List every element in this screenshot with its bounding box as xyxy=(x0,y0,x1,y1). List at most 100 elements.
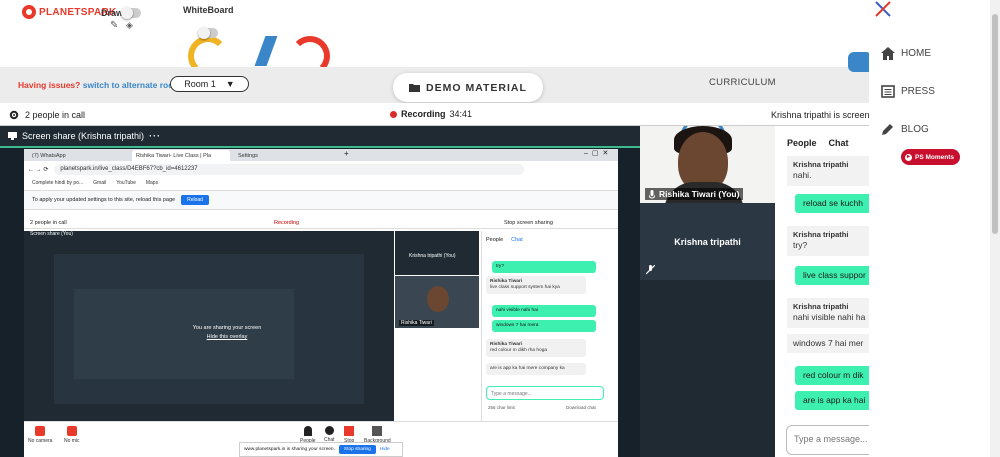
inner-call-header: 2 people in call Recording Stop screen s… xyxy=(24,217,618,229)
inner-recording: Recording xyxy=(274,220,300,226)
tile-name-tag: Rishika Tiwari (You) xyxy=(645,188,744,200)
monitor-icon xyxy=(8,132,17,140)
inner-msg: nahi visible nahi hai xyxy=(492,305,596,318)
room-select[interactable]: Room 1 ▼ xyxy=(170,76,249,92)
inner-avatar xyxy=(427,286,449,312)
bookmark-item[interactable]: Complete hindi by po... xyxy=(32,180,83,186)
reload-infobar: To apply your updated settings to this s… xyxy=(24,190,618,210)
new-tab-icon[interactable]: + xyxy=(344,149,349,158)
chat-message: Krishna tripathi nahi. xyxy=(787,156,869,186)
folder-icon xyxy=(409,84,421,92)
window-controls[interactable]: –▢✕ xyxy=(584,149,612,157)
settings-gear-icon[interactable] xyxy=(9,110,19,120)
screen-share-title-bar: Screen share (Krishna tripathi) ··· xyxy=(0,126,640,148)
menu-item-press[interactable]: PRESS xyxy=(881,85,935,98)
whiteboard-toggle[interactable] xyxy=(198,27,218,39)
browser-tab-active[interactable]: Rishika Tiwari- Live Class | Pla xyxy=(132,150,230,161)
caret-down-icon: ▼ xyxy=(225,79,235,89)
inner-people: 2 people in call xyxy=(30,220,67,226)
record-dot-icon xyxy=(390,110,397,118)
chat-message-own: are is app ka hai xyxy=(795,391,869,411)
inner-msg: Rishika Tiwari live class support system … xyxy=(486,276,586,295)
tab-people[interactable]: People xyxy=(787,138,817,148)
pencil-icon[interactable]: ✎ xyxy=(110,20,118,31)
inner-tab-chat: Chat xyxy=(511,237,523,243)
inner-no-camera: No camera xyxy=(28,426,52,444)
newspaper-icon xyxy=(881,85,895,98)
stop-sharing-button[interactable]: Stop sharing xyxy=(338,445,376,454)
bookmark-item[interactable]: Maps xyxy=(146,180,158,186)
chat-message: Krishna tripathi try? xyxy=(787,226,869,256)
chat-input[interactable]: Type a message... xyxy=(786,425,869,455)
issues-text: Having issues? xyxy=(18,80,81,90)
chat-message: windows 7 hai mer xyxy=(787,334,869,354)
inner-stop-share: Stop screen sharing xyxy=(504,220,553,226)
inner-msg: windows 7 hai mera xyxy=(492,320,596,333)
hide-share-notice-link[interactable]: Hide xyxy=(380,447,390,452)
nav-arrows-icon[interactable]: ← → ⟳ xyxy=(28,166,48,173)
issues-notice: Having issues? switch to alternate room xyxy=(18,80,181,90)
inner-msg: try? xyxy=(492,261,596,274)
share-notice-bar: www.planetspark.in is sharing your scree… xyxy=(239,442,403,457)
mic-icon xyxy=(649,189,655,198)
inner-tile-you: Krishna tripathi (You) xyxy=(395,231,479,275)
play-icon: ▸ xyxy=(905,153,912,161)
decorative-stroke xyxy=(254,36,278,66)
menu-item-blog[interactable]: BLOG xyxy=(881,123,929,136)
menu-item-home[interactable]: HOME xyxy=(881,47,931,60)
infobar-text: To apply your updated settings to this s… xyxy=(32,197,176,203)
call-people: 2 people in call xyxy=(9,110,85,120)
home-icon xyxy=(881,47,895,60)
people-count: 2 people in call xyxy=(25,110,86,120)
shared-browser-window: (7) WhatsApp Rishika Tiwari- Live Class … xyxy=(24,149,618,457)
side-menu: HOME PRESS BLOG xyxy=(869,0,1000,457)
hide-overlay-link: Hide this overlay xyxy=(206,334,248,340)
screen-share-status: Krishna tripathi is screen xyxy=(771,110,869,120)
tile-name: Krishna tripathi xyxy=(674,237,741,247)
browser-tab[interactable]: (7) WhatsApp xyxy=(28,150,128,161)
whiteboard-label: WhiteBoard xyxy=(183,5,234,15)
inner-download-chat: Download chat xyxy=(566,405,596,410)
inner-msg: Rishika Tiwari red colour m dikh rha hoga xyxy=(486,339,586,358)
inner-share-title: Screen share (You) xyxy=(24,231,394,239)
curriculum-tab[interactable]: CURRICULUM xyxy=(709,77,776,88)
inner-tile-other: Rishika Tiwari xyxy=(395,276,479,328)
switch-room-link[interactable]: switch to alternate room xyxy=(83,80,181,90)
recording-indicator: Recording 34:41 xyxy=(390,109,472,119)
logo-icon xyxy=(22,5,36,19)
inner-chat-input: Type a message... xyxy=(486,386,604,400)
pencil-icon xyxy=(882,124,893,135)
demo-material-button[interactable]: DEMO MATERIAL xyxy=(393,73,543,102)
browser-tab-strip: (7) WhatsApp Rishika Tiwari- Live Class … xyxy=(24,149,618,161)
scrollbar-thumb[interactable] xyxy=(992,14,998,234)
video-tile-you: Rishika Tiwari (You) xyxy=(640,126,775,203)
url-field[interactable]: planetspark.in/live_class/D4EBF67?cb_id=… xyxy=(54,163,525,175)
inner-chat-panel: People Chat try? Rishika Tiwari live clas… xyxy=(481,231,618,421)
chat-panel: People Chat Krishna tripathi nahi. reload… xyxy=(775,126,869,457)
video-tile-other: Krishna tripathi xyxy=(640,203,775,280)
inner-no-mic: No mic xyxy=(64,426,80,444)
recording-time: 34:41 xyxy=(449,109,473,119)
browser-tab[interactable]: Settings xyxy=(234,150,332,161)
eraser-icon[interactable]: ◈ xyxy=(126,20,133,31)
reload-button[interactable]: Reload xyxy=(181,195,209,205)
ps-moments-button[interactable]: ▸ PS Moments xyxy=(901,149,961,165)
bookmarks-bar: Complete hindi by po... Gmail YouTube Ma… xyxy=(24,177,618,189)
more-options-icon[interactable]: ··· xyxy=(149,131,161,141)
inner-msg: are is app ka hai mere company ka xyxy=(486,363,586,376)
inner-tab-people: People xyxy=(486,237,504,243)
tab-chat[interactable]: Chat xyxy=(829,138,849,148)
room-value: Room 1 xyxy=(184,79,216,89)
inner-char-limit: 256 char limit xyxy=(488,405,515,410)
chat-message: Krishna tripathi nahi visible nahi ha xyxy=(787,298,869,328)
demo-material-label: DEMO MATERIAL xyxy=(426,81,527,94)
share-notice-text: www.planetspark.in is sharing your scree… xyxy=(244,447,335,452)
bookmark-item[interactable]: Gmail xyxy=(93,180,106,186)
draw-toggle[interactable] xyxy=(121,7,141,19)
mic-off-icon xyxy=(646,265,655,275)
close-icon[interactable] xyxy=(873,0,893,18)
recording-label: Recording xyxy=(401,109,446,119)
sharing-overlay: You are sharing your screen Hide this ov… xyxy=(172,325,282,340)
bookmark-item[interactable]: YouTube xyxy=(116,180,136,186)
browser-url-bar: ← → ⟳ planetspark.in/live_class/D4EBF67?… xyxy=(24,161,618,177)
